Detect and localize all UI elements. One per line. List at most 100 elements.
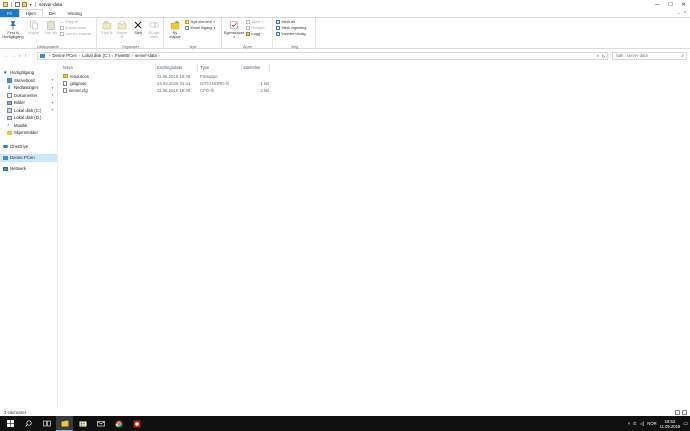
minimize-button[interactable]: — [651,0,664,9]
sidebar-item-downloads[interactable]: ⬇ Nedlastinger ✦ [0,84,57,92]
sidebar-item-screenshots[interactable]: Skjermbilder [0,129,57,137]
edit-button[interactable]: Rediger [246,26,265,30]
forward-button[interactable]: → [10,51,17,60]
chevron-up-icon[interactable]: ˄ [628,421,630,426]
sidebar-item-quick-access[interactable]: ★ Hurtigtilgang [0,69,57,77]
tab-view[interactable]: Visning [61,9,87,17]
chevron-down-icon: ▾ [213,20,215,24]
chevron-down-icon[interactable]: ⌄ [677,10,681,16]
paste-button[interactable]: Lim inn [44,20,58,35]
divider [34,2,36,7]
sidebar-item-network[interactable]: Nettverk [0,165,57,173]
pin-icon[interactable]: ✦ [51,86,54,90]
sidebar-item-music[interactable]: ♪ Musikk [0,122,57,130]
address-bar[interactable]: › Denne PCen › Lokal disk (C:) › FiveMS … [37,51,608,60]
column-header-size[interactable]: Størrelse [243,64,260,71]
sidebar-item-pictures[interactable]: Bilder ✦ [0,99,57,107]
pin-icon[interactable]: ✦ [51,93,54,97]
select-none-label: Merk ingenting [281,26,307,30]
maximize-button[interactable]: ☐ [664,0,677,9]
delete-button[interactable]: Slett [132,20,144,35]
history-icon [246,32,250,36]
rename-button[interactable]: Gi nytt navn [146,20,162,39]
start-button[interactable] [2,416,19,431]
clock[interactable]: 19:52 11.05.2018 [660,419,681,429]
new-folder-icon[interactable] [21,2,27,7]
column-divider[interactable] [155,64,156,71]
taskbar-store[interactable] [74,416,91,431]
sidebar-item-documents[interactable]: Dokumenter ✦ [0,92,57,100]
sidebar-item-this-pc[interactable]: Denne PCen [0,154,57,162]
column-header-date[interactable]: Endringsdato [157,64,182,71]
table-row[interactable]: .gitignore 24.04.2018 21:41 GITIGNORE-fi… [63,80,278,87]
tab-home[interactable]: Hjem [18,9,43,17]
copy-to-button[interactable]: Kopier til [115,20,129,39]
column-divider[interactable] [269,64,270,71]
breadcrumb-item[interactable]: Denne PCen [52,53,77,58]
table-row[interactable]: server.cfg 11.05.2018 19:48 CFG-fil 2 kB [63,87,278,94]
column-header-type[interactable]: Type [200,64,209,71]
paste-shortcut-button[interactable]: Lim inn snarvei [60,32,91,36]
sidebar-item-desktop[interactable]: Skrivebord ✦ [0,77,57,85]
pin-to-quick-access-button[interactable]: Fest til Hurtigtilgang [2,20,24,39]
organize-group-label: Organiser [121,44,140,49]
taskbar-chrome[interactable] [110,416,127,431]
task-view-button[interactable] [38,416,55,431]
copy-path-button[interactable]: Kopier bane [60,26,86,30]
history-button[interactable]: Logg [246,32,260,36]
column-header-name[interactable]: Navn [63,64,73,71]
column-divider[interactable] [197,64,198,71]
sidebar-item-label: Skjermbilder [14,130,38,136]
help-icon[interactable]: ? [683,10,686,16]
tab-file[interactable]: Fil [0,9,19,17]
up-button[interactable]: ↑ [22,51,29,60]
copy-button[interactable]: Kopier [27,20,41,35]
network-icon[interactable]: ⊡ [633,421,637,426]
move-to-button[interactable]: Flytt til [100,20,114,35]
taskbar-mail[interactable] [92,416,109,431]
properties-icon[interactable] [14,2,20,7]
properties-button[interactable]: Egenskaper ▾ [224,20,244,39]
sidebar-item-onedrive[interactable]: OneDrive [0,143,57,151]
volume-icon[interactable]: ◁) [640,421,645,426]
sidebar-item-local-disk-c[interactable]: Lokal disk (C:) ✦ [0,107,57,115]
back-button[interactable]: ← [3,51,10,60]
new-item-label: Nytt element [190,20,212,24]
breadcrumb-item[interactable]: server-data [135,53,157,58]
file-name: .gitignore [63,80,87,87]
pin-icon[interactable]: ✦ [51,78,54,82]
paste-label: Lim inn [44,31,58,35]
easy-access-button[interactable]: Enkel tilgang ▾ [185,26,215,30]
tab-share[interactable]: Del [43,9,62,17]
pin-icon[interactable]: ✦ [51,101,54,105]
sidebar-item-local-disk-d[interactable]: Lokal disk (D:) [0,114,57,122]
breadcrumb-item[interactable]: FiveMS [115,53,130,58]
select-all-button[interactable]: Merk alt [276,20,295,24]
network-icon [3,166,8,171]
file-date: 11.05.2018 18:36 [157,73,191,79]
new-folder-button[interactable]: Ny mappe [167,20,183,39]
invert-selection-button[interactable]: Inverter utvalg [276,32,306,36]
file-size: 1 kB [260,80,269,86]
chevron-down-icon[interactable]: ▾ [30,2,32,7]
cut-button[interactable]: ✂ Klipp ut [60,20,78,25]
large-icons-view-icon[interactable] [682,409,687,415]
refresh-icon[interactable]: ↻ [602,54,605,59]
close-button[interactable]: ✕ [677,0,690,9]
breadcrumb-item[interactable]: Lokal disk (C:) [82,53,109,58]
select-none-button[interactable]: Merk ingenting [276,26,306,30]
language-indicator[interactable]: NOR [647,421,656,426]
open-button[interactable]: Åpne ▾ [246,20,263,24]
sidebar-item-label: Nettverk [10,166,26,172]
pin-icon[interactable]: ✦ [51,108,54,112]
notifications-icon[interactable]: ▭ [683,421,688,427]
column-divider[interactable] [241,64,242,71]
search-button[interactable] [20,416,37,431]
details-view-icon[interactable] [675,409,680,415]
taskbar-app-red[interactable] [128,416,145,431]
new-item-button[interactable]: Nytt element ▾ [185,20,215,24]
taskbar-file-explorer[interactable] [56,416,73,431]
chevron-down-icon[interactable]: ▾ [597,54,599,58]
table-row[interactable]: resources 11.05.2018 18:36 Filmappe [63,73,278,80]
search-input[interactable]: Søk i server-data ⌕ [612,51,687,60]
